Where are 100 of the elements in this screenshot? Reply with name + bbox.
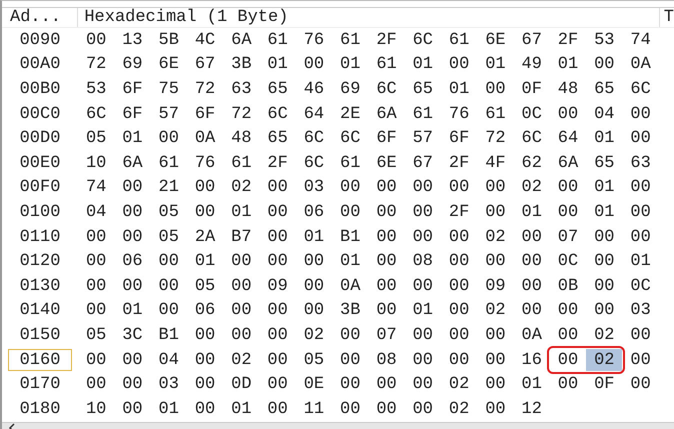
byte-cell[interactable]: 01	[586, 176, 622, 199]
byte-cell[interactable]: 00	[477, 349, 514, 372]
byte-cell[interactable]: 01	[296, 226, 332, 248]
byte-cell[interactable]: 00	[440, 275, 478, 298]
byte-cell[interactable]: 00	[259, 398, 296, 420]
byte-cell[interactable]: 2A	[186, 226, 224, 248]
byte-cell[interactable]: 01	[114, 300, 151, 322]
byte-cell[interactable]: 65	[259, 78, 296, 100]
byte-cell[interactable]: 01	[223, 398, 260, 420]
byte-cell[interactable]: 6C	[622, 78, 659, 100]
byte-cell[interactable]: 00	[404, 275, 441, 298]
byte-cell[interactable]: 00	[440, 300, 478, 322]
byte-cell[interactable]: 00	[186, 324, 224, 346]
byte-cell[interactable]: 05	[78, 128, 114, 150]
byte-cell[interactable]: 02	[586, 349, 622, 372]
byte-cell[interactable]: 00	[550, 374, 586, 396]
byte-cell[interactable]: 02	[477, 226, 514, 248]
byte-cell[interactable]: 0C	[622, 275, 659, 298]
byte-cell[interactable]: 01	[550, 54, 586, 76]
byte-cell[interactable]: 00	[514, 250, 550, 273]
byte-cell[interactable]: 74	[622, 29, 659, 52]
byte-cell[interactable]: 11	[296, 398, 332, 420]
byte-cell[interactable]: 01	[114, 128, 151, 150]
byte-cell[interactable]: 00	[368, 226, 405, 248]
byte-cell[interactable]: 00	[440, 54, 478, 76]
byte-cell[interactable]: 00	[332, 201, 368, 224]
byte-cell[interactable]: 00	[440, 176, 478, 199]
byte-cell[interactable]: 62	[514, 152, 550, 174]
byte-cell[interactable]: 00	[259, 374, 296, 396]
byte-cell[interactable]: 00	[404, 398, 441, 420]
byte-cell[interactable]: 00	[296, 300, 332, 322]
byte-cell[interactable]: 00	[78, 250, 114, 273]
byte-cell[interactable]: 00	[332, 374, 368, 396]
byte-cell[interactable]: 05	[78, 324, 114, 346]
byte-cell[interactable]: 63	[622, 152, 659, 174]
byte-cell[interactable]: 0A	[514, 324, 550, 346]
byte-cell[interactable]: 01	[586, 201, 622, 224]
byte-cell[interactable]: 02	[477, 300, 514, 322]
byte-cell[interactable]: 00	[114, 176, 151, 199]
byte-cell[interactable]: 01	[404, 300, 441, 322]
byte-cell[interactable]: 00	[514, 275, 550, 298]
byte-cell[interactable]: 02	[440, 398, 478, 420]
byte-cell[interactable]: 64	[550, 128, 586, 150]
byte-cell[interactable]: 00	[150, 300, 187, 322]
byte-cell[interactable]: 03	[622, 300, 659, 322]
byte-cell[interactable]: 00	[78, 275, 114, 298]
byte-cell[interactable]: 65	[404, 78, 441, 100]
byte-cell[interactable]: 00	[114, 275, 151, 298]
byte-cell[interactable]: 00	[404, 176, 441, 199]
byte-cell[interactable]: 00	[186, 349, 224, 372]
byte-cell[interactable]: 00	[223, 324, 260, 346]
byte-cell[interactable]: 09	[477, 275, 514, 298]
byte-cell[interactable]: 02	[586, 324, 622, 346]
byte-cell[interactable]: 00	[622, 324, 659, 346]
byte-cell[interactable]: 72	[186, 78, 224, 100]
byte-cell[interactable]: 00	[477, 324, 514, 346]
byte-cell[interactable]: 61	[368, 54, 405, 76]
byte-cell[interactable]: 01	[514, 374, 550, 396]
byte-cell[interactable]: B7	[223, 226, 260, 248]
byte-cell[interactable]: 61	[223, 152, 260, 174]
byte-cell[interactable]: 61	[477, 103, 514, 126]
byte-cell[interactable]: 05	[150, 201, 187, 224]
byte-cell[interactable]: 6F	[186, 103, 224, 126]
byte-cell[interactable]: 00	[114, 226, 151, 248]
byte-cell[interactable]: 00	[368, 250, 405, 273]
byte-cell[interactable]: 05	[150, 226, 187, 248]
byte-cell[interactable]: 00	[332, 176, 368, 199]
byte-cell[interactable]: 57	[150, 103, 187, 126]
byte-cell[interactable]: 6C	[332, 128, 368, 150]
byte-cell[interactable]: 00	[622, 226, 659, 248]
byte-cell[interactable]: 00	[78, 226, 114, 248]
byte-cell[interactable]: 00	[114, 398, 151, 420]
byte-cell[interactable]: 12	[514, 398, 550, 420]
byte-cell[interactable]: 00	[150, 275, 187, 298]
byte-cell[interactable]: 00	[550, 103, 586, 126]
byte-cell[interactable]: 04	[78, 201, 114, 224]
byte-cell[interactable]: 00	[622, 201, 659, 224]
byte-cell[interactable]: 4C	[186, 29, 224, 52]
byte-cell[interactable]: 76	[296, 29, 332, 52]
byte-cell[interactable]: 00	[477, 201, 514, 224]
byte-cell[interactable]: 03	[150, 374, 187, 396]
byte-cell[interactable]: 00	[586, 226, 622, 248]
byte-cell[interactable]: 61	[332, 29, 368, 52]
byte-cell[interactable]: 0A	[186, 128, 224, 150]
byte-cell[interactable]: 00	[186, 374, 224, 396]
byte-cell[interactable]: B1	[150, 324, 187, 346]
byte-cell[interactable]: 61	[440, 29, 478, 52]
byte-cell[interactable]: 00	[259, 226, 296, 248]
byte-cell[interactable]: 00	[78, 374, 114, 396]
byte-cell[interactable]: 69	[114, 54, 151, 76]
byte-cell[interactable]: 00	[622, 176, 659, 199]
byte-cell[interactable]: 07	[368, 324, 405, 346]
byte-cell[interactable]: 08	[368, 349, 405, 372]
byte-cell[interactable]: 61	[332, 152, 368, 174]
byte-cell[interactable]: 00	[368, 275, 405, 298]
byte-cell[interactable]: 00	[296, 275, 332, 298]
byte-cell[interactable]: 00	[223, 275, 260, 298]
byte-cell[interactable]: 00	[622, 349, 659, 372]
byte-cell[interactable]: 00	[114, 374, 151, 396]
byte-cell[interactable]: 2F	[259, 152, 296, 174]
